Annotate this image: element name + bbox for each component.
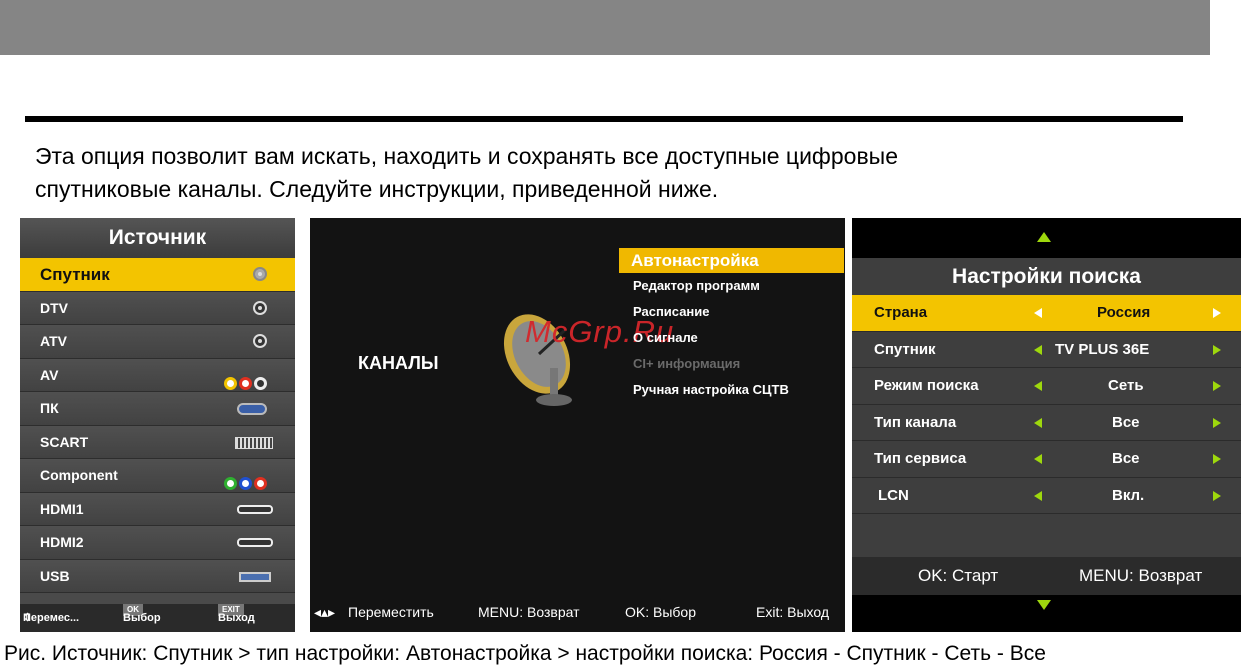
channels-item-manual-satellite[interactable]: Ручная настройка СЦТВ	[619, 377, 844, 403]
setting-value: TV PLUS 36E	[1055, 340, 1150, 358]
setting-label: Спутник	[874, 340, 936, 358]
arrow-left-icon[interactable]	[1034, 454, 1042, 464]
setting-label: Режим поиска	[874, 377, 979, 394]
setting-value: Все	[1112, 413, 1140, 431]
move-hint: Переместить	[348, 604, 434, 620]
source-item-label: USB	[40, 567, 70, 584]
channels-item-schedule[interactable]: Расписание	[619, 299, 844, 325]
source-item-label: Спутник	[40, 265, 110, 284]
source-item-hdmi2[interactable]: HDMI2	[20, 526, 295, 560]
setting-label: Страна	[874, 304, 928, 321]
arrow-right-icon[interactable]	[1213, 454, 1221, 464]
source-item-scart[interactable]: SCART	[20, 425, 295, 459]
arrow-right-icon[interactable]	[1213, 381, 1221, 391]
navigate-arrows-icon: ◂▴▸	[314, 604, 336, 620]
setting-value: Сеть	[1108, 377, 1144, 394]
channels-menu-list: Автонастройка Редактор программ Расписан…	[619, 248, 844, 403]
setting-value: Вкл.	[1112, 486, 1145, 504]
channels-menu-screenshot: КАНАЛЫ McGrp.Ru Автонастройка Редактор п…	[310, 218, 845, 632]
source-item-av[interactable]: AV	[20, 358, 295, 392]
search-settings-footer: OK: Старт MENU: Возврат	[852, 557, 1241, 595]
setting-row-satellite[interactable]: Спутник TV PLUS 36E	[852, 332, 1241, 368]
arrow-left-icon[interactable]	[1034, 308, 1042, 318]
setting-row-lcn[interactable]: LCN Вкл.	[852, 478, 1241, 514]
setting-row-search-mode[interactable]: Режим поиска Сеть	[852, 368, 1241, 405]
source-menu-title: Источник	[20, 218, 295, 258]
source-item-atv[interactable]: ATV	[20, 325, 295, 359]
intro-line-2: спутниковые каналы. Следуйте инструкции,…	[35, 176, 719, 202]
exit-hint-label: Выход	[218, 612, 255, 624]
arrow-left-icon[interactable]	[1034, 490, 1042, 501]
hdmi-connector-icon	[237, 538, 273, 554]
figure-caption: Рис. Источник: Спутник > тип настройки: …	[4, 642, 1046, 665]
ok-start-hint: OK: Старт	[918, 566, 999, 585]
arrow-left-icon[interactable]	[1034, 344, 1042, 355]
channels-item-signal-info[interactable]: О сигнале	[619, 325, 844, 351]
section-divider	[25, 116, 1183, 122]
source-item-label: SCART	[40, 433, 89, 450]
channels-menu-label: КАНАЛЫ	[358, 353, 439, 373]
source-item-pc[interactable]: ПК	[20, 392, 295, 426]
source-item-component[interactable]: Component	[20, 459, 295, 493]
setting-row-channel-type[interactable]: Тип канала Все	[852, 405, 1241, 441]
source-item-label: ATV	[40, 333, 67, 349]
source-item-hdmi1[interactable]: HDMI1	[20, 492, 295, 526]
channels-menu-footer: ◂▴▸ Переместить MENU: Возврат OK: Выбор …	[310, 592, 845, 632]
setting-row-service-type[interactable]: Тип сервиса Все	[852, 441, 1241, 478]
channels-item-program-editor[interactable]: Редактор программ	[619, 273, 844, 299]
intro-line-1: Эта опция позволит вам искать, находить …	[35, 143, 898, 169]
search-settings-title: Настройки поиска	[952, 265, 1141, 288]
round-connector-icon	[253, 267, 267, 283]
rca-connectors-icon	[222, 369, 267, 390]
arrow-right-icon[interactable]	[1213, 308, 1221, 318]
source-item-label: ПК	[40, 400, 59, 416]
arrow-right-icon[interactable]	[1213, 417, 1221, 428]
move-hint-label: Перемес...	[23, 612, 80, 624]
arrow-right-icon[interactable]	[1213, 490, 1221, 501]
source-menu-screenshot: Источник Спутник DTV ATV AV ПК SCART Com…	[20, 218, 295, 632]
search-settings-body: Настройки поиска Страна Россия Спутник T…	[852, 258, 1241, 595]
source-item-label: Component	[40, 467, 118, 483]
setting-row-country[interactable]: Страна Россия	[852, 295, 1241, 332]
hdmi-connector-icon	[237, 504, 273, 521]
exit-hint: Exit: Выход	[756, 604, 830, 620]
menu-back-hint: MENU: Возврат	[1079, 566, 1203, 585]
source-item-label: HDMI1	[40, 500, 84, 517]
arrow-left-icon[interactable]	[1034, 417, 1042, 428]
scart-connector-icon	[235, 436, 273, 453]
source-item-label: DTV	[40, 299, 68, 316]
setting-label: LCN	[878, 486, 909, 504]
scroll-down-arrow-icon[interactable]	[1037, 600, 1051, 610]
arrow-left-icon[interactable]	[1034, 381, 1042, 391]
source-item-label: HDMI2	[40, 534, 84, 550]
round-connector-icon	[253, 300, 267, 317]
header-bar	[0, 0, 1210, 55]
setting-label: Тип канала	[874, 413, 957, 431]
search-settings-screenshot: Настройки поиска Страна Россия Спутник T…	[852, 218, 1241, 632]
channels-item-ci-info[interactable]: CI+ информация	[619, 351, 844, 377]
component-connectors-icon	[222, 469, 267, 490]
ok-hint-label: Выбор	[123, 612, 161, 624]
intro-text: Эта опция позволит вам искать, находить …	[35, 140, 1185, 206]
source-item-satellite[interactable]: Спутник	[20, 258, 295, 292]
scroll-up-arrow-icon[interactable]	[1037, 232, 1051, 242]
source-item-usb[interactable]: USB	[20, 559, 295, 593]
round-connector-icon	[253, 334, 267, 350]
source-menu-footer: ⇕ Перемес... OK Выбор EXIT Выход	[20, 604, 295, 632]
setting-label: Тип сервиса	[874, 450, 967, 467]
usb-connector-icon	[239, 571, 271, 588]
menu-back-hint: MENU: Возврат	[478, 604, 580, 620]
vga-connector-icon	[237, 403, 267, 419]
setting-value: Все	[1112, 450, 1140, 467]
arrow-right-icon[interactable]	[1213, 344, 1221, 355]
channels-item-autotune[interactable]: Автонастройка	[619, 248, 844, 273]
source-item-label: AV	[40, 366, 59, 383]
source-item-dtv[interactable]: DTV	[20, 291, 295, 325]
ok-select-hint: OK: Выбор	[625, 604, 696, 620]
